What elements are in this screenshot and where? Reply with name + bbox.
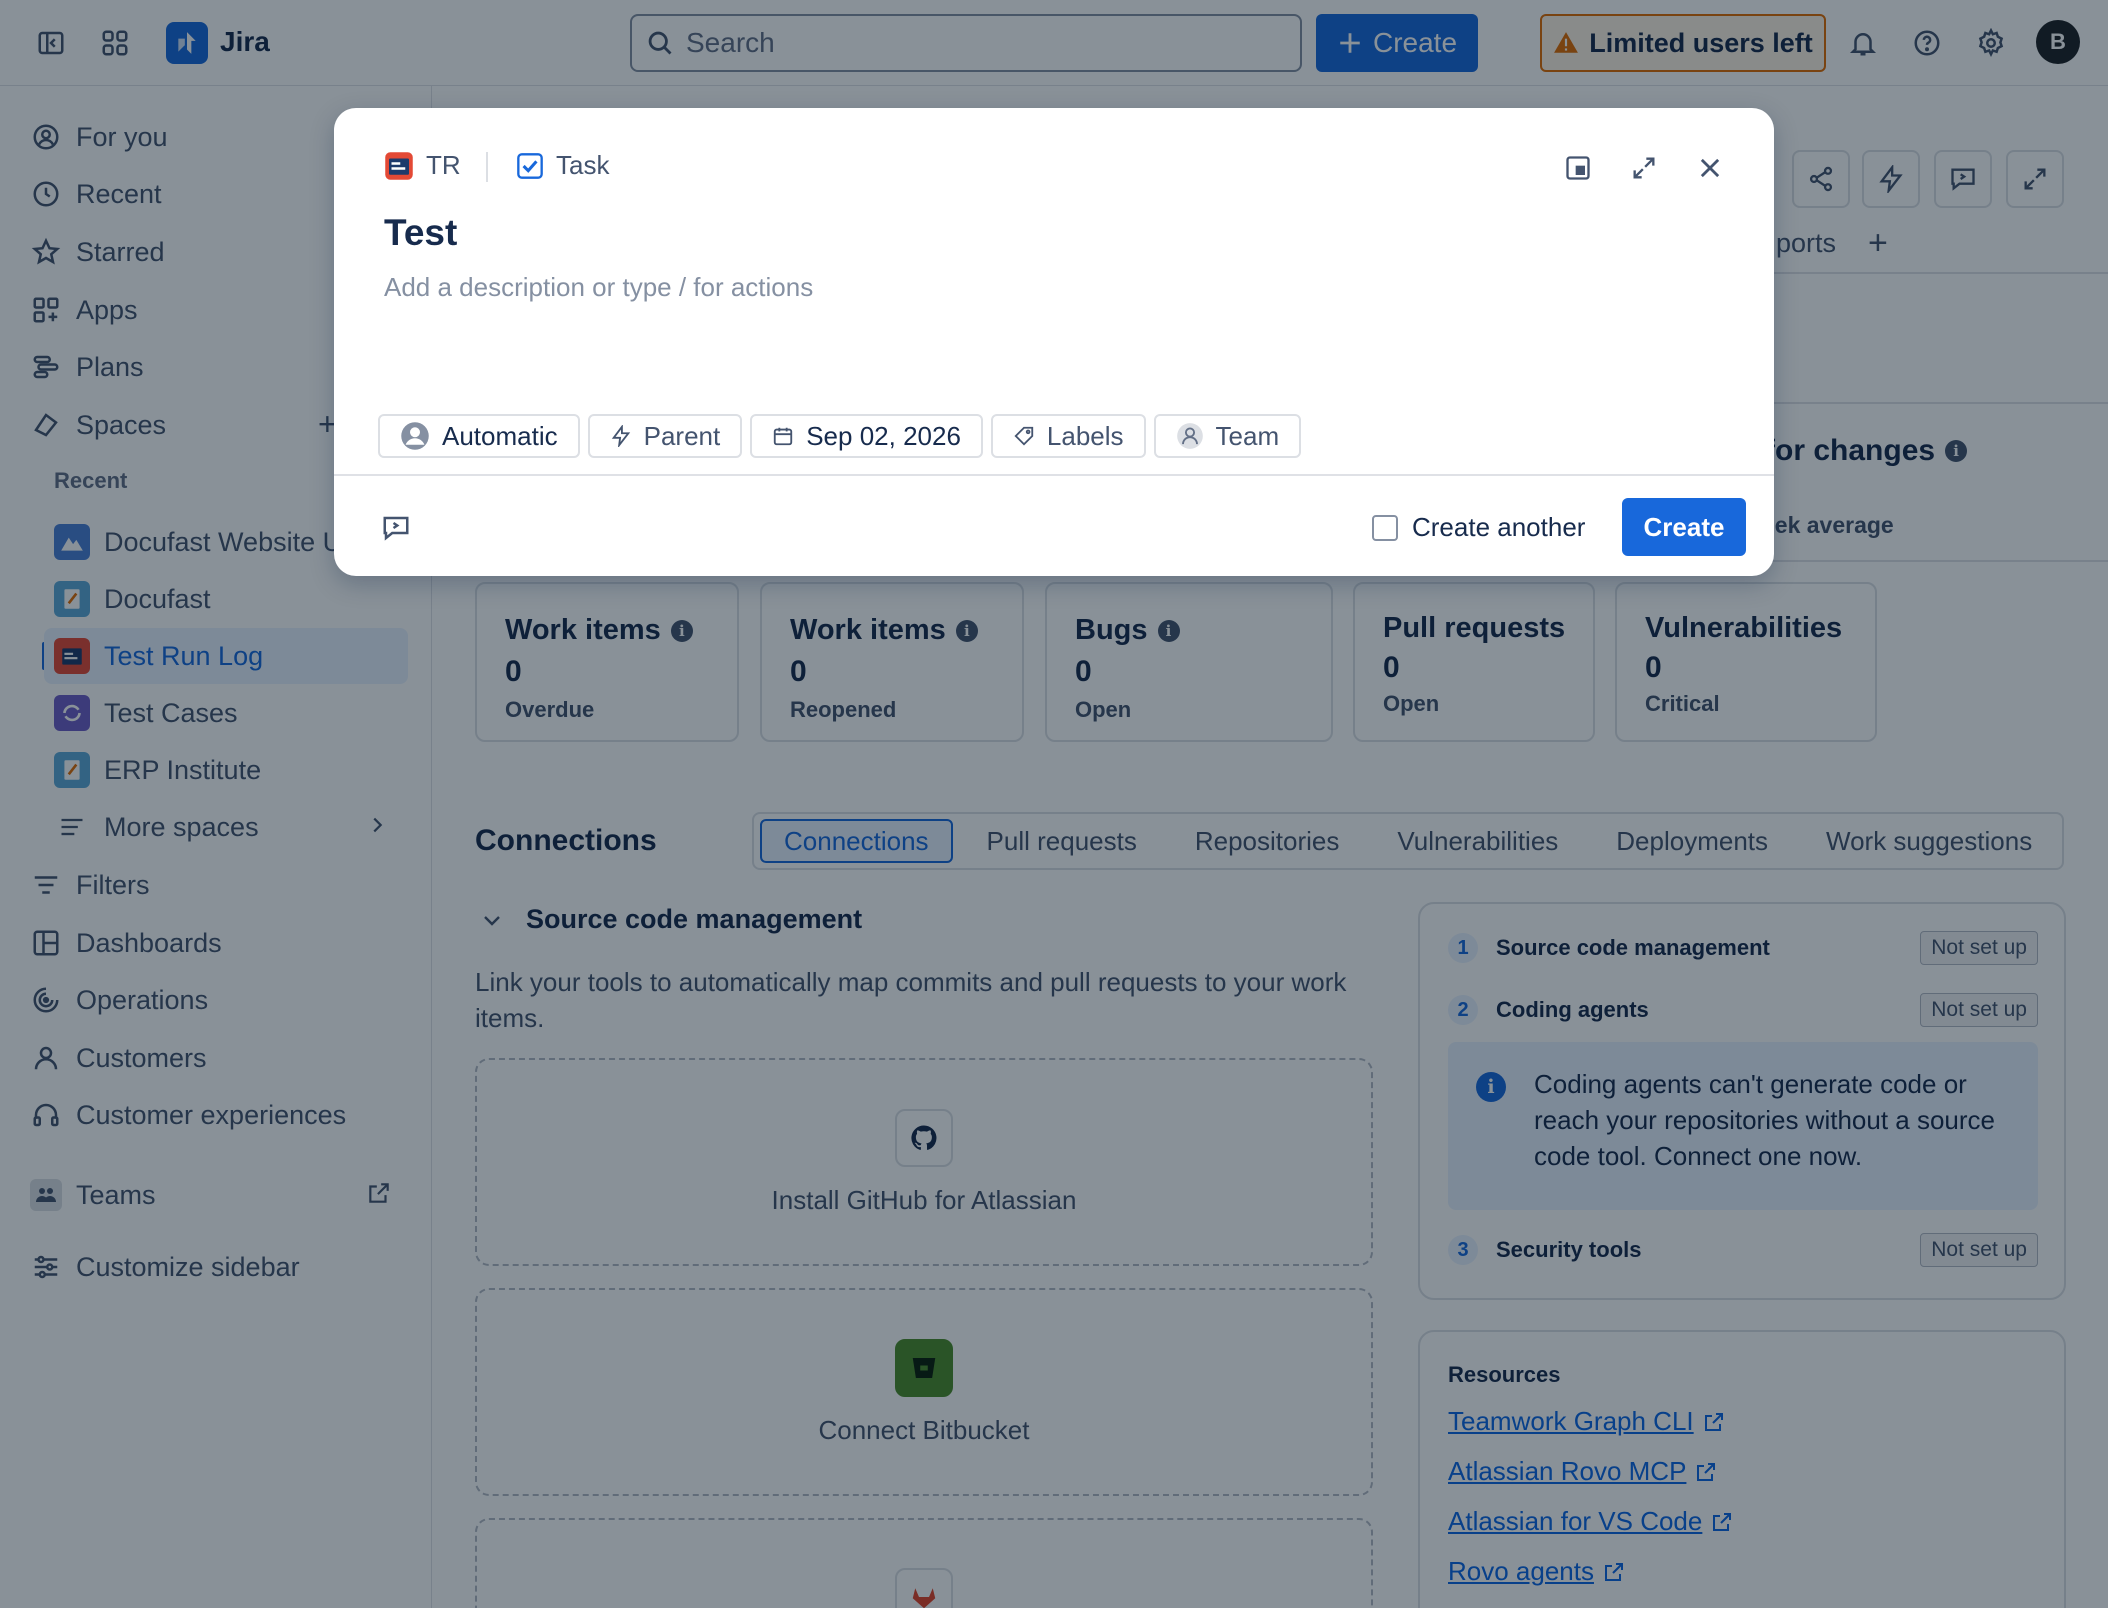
labels-field[interactable]: Labels bbox=[990, 414, 1146, 458]
field-chips: Automatic Parent Sep 02, 2026 Labels Tea… bbox=[378, 414, 1302, 458]
parent-field[interactable]: Parent bbox=[587, 414, 743, 458]
create-another-checkbox[interactable] bbox=[1372, 514, 1398, 541]
summary-input[interactable]: Test bbox=[384, 212, 457, 254]
task-checkbox-icon bbox=[517, 152, 543, 179]
create-submit-button[interactable]: Create bbox=[1622, 498, 1746, 556]
team-avatar-icon bbox=[1176, 423, 1203, 449]
project-selector[interactable]: TR bbox=[384, 150, 461, 181]
description-editor[interactable]: Add a description or type / for actions bbox=[384, 272, 813, 303]
minimize-icon[interactable] bbox=[1556, 146, 1600, 190]
calendar-icon bbox=[774, 427, 793, 446]
modal-divider bbox=[334, 474, 1774, 476]
header-separator bbox=[486, 152, 488, 182]
create-work-item-modal: TR Task Test Add a description or type /… bbox=[334, 108, 1774, 576]
parent-bolt-icon bbox=[611, 425, 630, 447]
assignee-field[interactable]: Automatic bbox=[378, 414, 580, 458]
project-avatar-icon bbox=[385, 151, 413, 180]
fullscreen-icon[interactable] bbox=[1622, 146, 1666, 190]
issue-type-selector[interactable]: Task bbox=[516, 150, 609, 181]
user-avatar-icon bbox=[401, 422, 429, 450]
due-date-field[interactable]: Sep 02, 2026 bbox=[750, 414, 983, 458]
feedback-icon[interactable] bbox=[376, 508, 416, 548]
project-key: TR bbox=[426, 150, 461, 180]
issue-type-label: Task bbox=[556, 150, 610, 180]
tag-icon bbox=[1014, 426, 1034, 446]
close-icon[interactable] bbox=[1688, 146, 1732, 190]
create-another-toggle[interactable]: Create another bbox=[1372, 512, 1585, 543]
team-field[interactable]: Team bbox=[1153, 414, 1302, 458]
